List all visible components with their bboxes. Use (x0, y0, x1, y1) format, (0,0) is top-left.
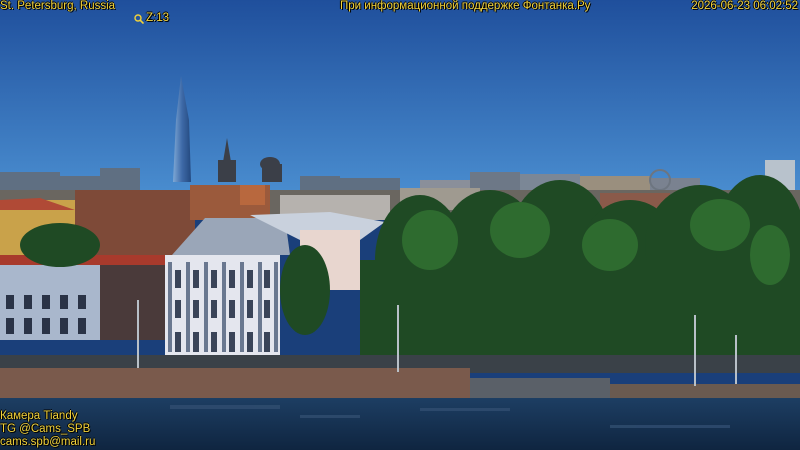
camera-model-label: Камера Tiandy (0, 410, 78, 422)
telegram-label: TG @Cams_SPB (0, 423, 91, 435)
classical-building-center (165, 212, 385, 360)
zoom-level: Z:13 (146, 12, 170, 24)
magnifier-icon (134, 13, 144, 24)
zoom-indicator: Z:13 (134, 12, 169, 25)
timestamp-label: 2026-06-23 06:02:52 (691, 0, 798, 12)
sponsor-label: При информационной поддержке Фонтанка.Ру (340, 0, 591, 12)
email-label: cams.spb@mail.ru (0, 436, 96, 448)
river-neva (0, 398, 800, 450)
webcam-view: St. Petersburg, Russia Z:13 При информац… (0, 0, 800, 450)
city-panorama (0, 0, 800, 450)
granite-wall (0, 368, 470, 398)
classical-building-left (0, 265, 165, 340)
location-label: St. Petersburg, Russia (0, 0, 116, 12)
camera-credits: Камера Tiandy TG @Cams_SPB cams.spb@mail… (0, 410, 95, 449)
